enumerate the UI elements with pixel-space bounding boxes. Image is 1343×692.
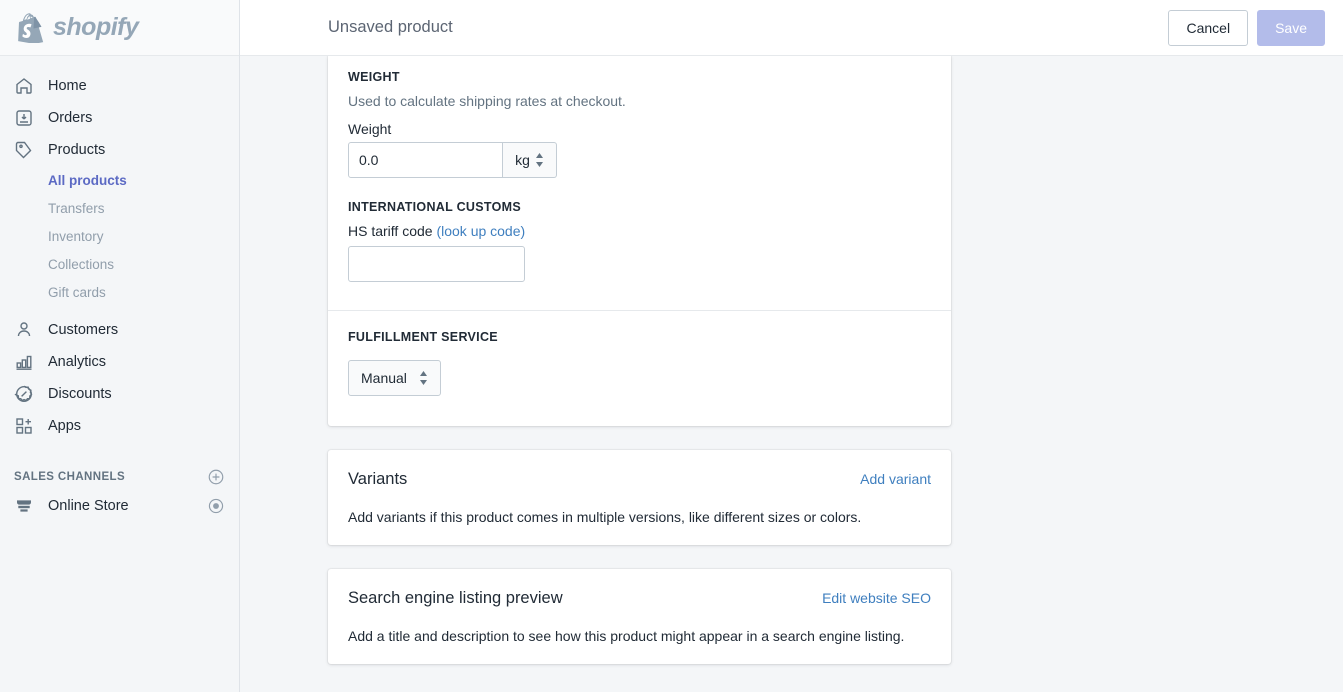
stepper-updown-icon — [535, 153, 544, 167]
weight-input-row: kg — [348, 142, 931, 178]
edit-website-seo-link[interactable]: Edit website SEO — [822, 590, 931, 606]
sidebar-item-label: Apps — [48, 418, 82, 434]
sidebar-subitem-label: Inventory — [48, 228, 104, 244]
sidebar-subitem-label: Collections — [48, 256, 115, 272]
sidebar-item-label: Customers — [48, 322, 119, 338]
hs-tariff-label-line: HS tariff code (look up code) — [348, 223, 931, 239]
sidebar-item-home[interactable]: Home — [0, 70, 239, 102]
variants-card-header: Variants Add variant — [348, 470, 931, 489]
weight-input[interactable] — [348, 142, 503, 178]
sidebar-item-label: Orders — [48, 110, 93, 126]
variants-title: Variants — [348, 470, 408, 488]
fulfillment-service-value: Manual — [361, 370, 407, 386]
discount-percent-icon — [14, 384, 34, 404]
sidebar-item-transfers[interactable]: Transfers — [0, 194, 239, 222]
logo-wrap: shopify — [18, 12, 139, 43]
seo-body-text: Add a title and description to see how t… — [348, 628, 905, 644]
main-area: Unsaved product Cancel Save WEIGHT Used … — [240, 0, 1343, 692]
fulfillment-section: FULFILLMENT SERVICE Manual — [328, 311, 951, 426]
analytics-bars-icon — [14, 352, 34, 372]
weight-section: WEIGHT Used to calculate shipping rates … — [328, 56, 951, 200]
shopify-bag-icon — [18, 12, 46, 43]
shipping-card: WEIGHT Used to calculate shipping rates … — [328, 56, 951, 426]
primary-nav: Home Orders Products All products Transf… — [0, 56, 239, 522]
look-up-code-link[interactable]: (look up code) — [436, 223, 525, 239]
home-icon — [14, 76, 34, 96]
weight-field-label: Weight — [348, 121, 392, 137]
sidebar-item-collections[interactable]: Collections — [0, 250, 239, 278]
variants-card: Variants Add variant Add variants if thi… — [328, 450, 951, 545]
sidebar-item-all-products[interactable]: All products — [0, 166, 239, 194]
weight-unit-value: kg — [515, 152, 530, 168]
sidebar-item-gift-cards[interactable]: Gift cards — [0, 278, 239, 306]
hs-tariff-label: HS tariff code — [348, 223, 433, 239]
sidebar-item-analytics[interactable]: Analytics — [0, 346, 239, 378]
sidebar-item-label: Products — [48, 142, 106, 158]
fulfillment-service-select[interactable]: Manual — [348, 360, 441, 396]
sidebar-subitem-label: Gift cards — [48, 284, 106, 300]
page-title: Unsaved product — [328, 18, 453, 36]
sidebar-item-online-store[interactable]: Online Store — [0, 490, 239, 522]
weight-helper-text: Used to calculate shipping rates at chec… — [348, 93, 626, 109]
brand-logo[interactable]: shopify — [0, 0, 239, 56]
sidebar-subitem-label: All products — [48, 172, 127, 188]
seo-card-header: Search engine listing preview Edit websi… — [348, 589, 931, 608]
sidebar-subitem-label: Transfers — [48, 200, 105, 216]
customs-section-title: INTERNATIONAL CUSTOMS — [348, 200, 521, 214]
sidebar-item-customers[interactable]: Customers — [0, 314, 239, 346]
customer-person-icon — [14, 320, 34, 340]
products-tag-icon — [14, 140, 34, 160]
seo-section: Search engine listing preview Edit websi… — [328, 569, 951, 664]
weight-section-title: WEIGHT — [348, 70, 400, 84]
topbar: Unsaved product Cancel Save — [240, 0, 1343, 56]
fulfillment-section-title: FULFILLMENT SERVICE — [348, 330, 498, 344]
eye-icon[interactable] — [207, 497, 225, 515]
stepper-updown-icon — [419, 371, 428, 385]
apps-grid-plus-icon — [14, 416, 34, 436]
logo-wordmark: shopify — [53, 13, 139, 41]
sidebar-item-products[interactable]: Products — [0, 134, 239, 166]
weight-unit-select[interactable]: kg — [503, 142, 557, 178]
seo-card: Search engine listing preview Edit websi… — [328, 569, 951, 664]
sidebar-item-inventory[interactable]: Inventory — [0, 222, 239, 250]
channel-label: Online Store — [48, 498, 129, 514]
content-scroll-area[interactable]: WEIGHT Used to calculate shipping rates … — [240, 56, 1343, 692]
cancel-button[interactable]: Cancel — [1168, 9, 1249, 46]
orders-inbox-icon — [14, 108, 34, 128]
add-variant-link[interactable]: Add variant — [860, 471, 931, 487]
storefront-icon — [14, 496, 34, 516]
variants-section: Variants Add variant Add variants if thi… — [328, 450, 951, 545]
sidebar-item-discounts[interactable]: Discounts — [0, 378, 239, 410]
plus-circle-icon[interactable] — [207, 468, 225, 486]
seo-title: Search engine listing preview — [348, 589, 563, 607]
sidebar-item-label: Home — [48, 78, 87, 94]
hs-tariff-code-input[interactable] — [348, 246, 525, 282]
variants-body-text: Add variants if this product comes in mu… — [348, 509, 862, 525]
sidebar-item-label: Analytics — [48, 354, 107, 370]
sidebar-item-apps[interactable]: Apps — [0, 410, 239, 442]
sidebar-item-orders[interactable]: Orders — [0, 102, 239, 134]
sidebar: shopify Home Orders Products All product… — [0, 0, 240, 692]
customs-section: INTERNATIONAL CUSTOMS HS tariff code (lo… — [328, 200, 951, 310]
sales-channels-header: SALES CHANNELS — [0, 464, 239, 490]
save-button[interactable]: Save — [1257, 9, 1325, 46]
app-root: shopify Home Orders Products All product… — [0, 0, 1343, 692]
sidebar-item-label: Discounts — [48, 386, 112, 402]
sales-channels-title: SALES CHANNELS — [14, 471, 126, 483]
